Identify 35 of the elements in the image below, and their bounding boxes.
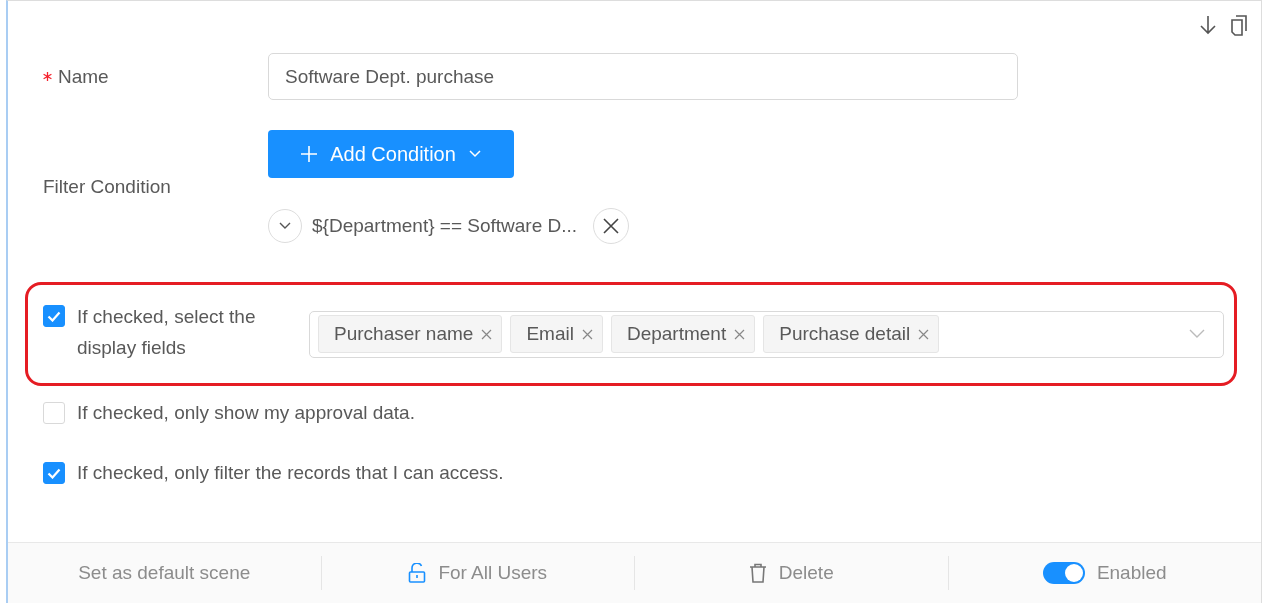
field-tag: Purchaser name <box>318 315 503 353</box>
checkbox-label: If checked, select the display fields <box>77 305 257 360</box>
enabled-switch[interactable] <box>1042 562 1085 584</box>
close-icon[interactable] <box>581 328 593 340</box>
field-tag: Email <box>510 315 603 353</box>
for-all-users-link[interactable]: For All Users <box>438 562 548 584</box>
unlock-icon <box>408 563 427 583</box>
close-icon[interactable] <box>734 328 746 340</box>
trash-icon <box>748 563 767 583</box>
close-icon[interactable] <box>918 328 930 340</box>
chevron-icon <box>279 222 291 230</box>
checkmark-icon <box>47 310 61 322</box>
field-tag: Department <box>610 315 756 353</box>
name-input-field[interactable]: Software Dept. purchase <box>268 53 1018 100</box>
add-condition-button[interactable]: Add Condition <box>268 130 514 178</box>
display-fields-select[interactable]: Purchaser name Email Department Purchase detail <box>309 310 1224 358</box>
switch-label: Enabled <box>1096 562 1167 584</box>
close-icon <box>603 218 620 234</box>
checkbox[interactable] <box>43 305 65 327</box>
arrow-down-icon[interactable] <box>1199 15 1217 35</box>
close-icon[interactable] <box>481 328 493 340</box>
delete-link[interactable]: Delete <box>778 562 834 584</box>
copy-icon[interactable] <box>1231 15 1247 36</box>
condition-text: ${Department} == Software D... <box>312 215 578 237</box>
set-default-scene-link[interactable]: Set as default scene <box>78 562 251 584</box>
field-tag: Purchase detail <box>763 315 940 353</box>
plus-icon <box>300 145 319 163</box>
checkbox-label: If checked, only filter the records that I can access. <box>77 462 504 484</box>
field-label: Name <box>58 65 109 88</box>
checkmark-icon <box>47 467 61 479</box>
field-label: Filter Condition <box>43 176 171 198</box>
checkbox[interactable] <box>43 462 65 484</box>
checkbox-label: If checked, only show my approval data. <box>77 402 415 424</box>
chevron-down-icon <box>1189 329 1205 339</box>
chevron-down-icon <box>467 149 482 159</box>
